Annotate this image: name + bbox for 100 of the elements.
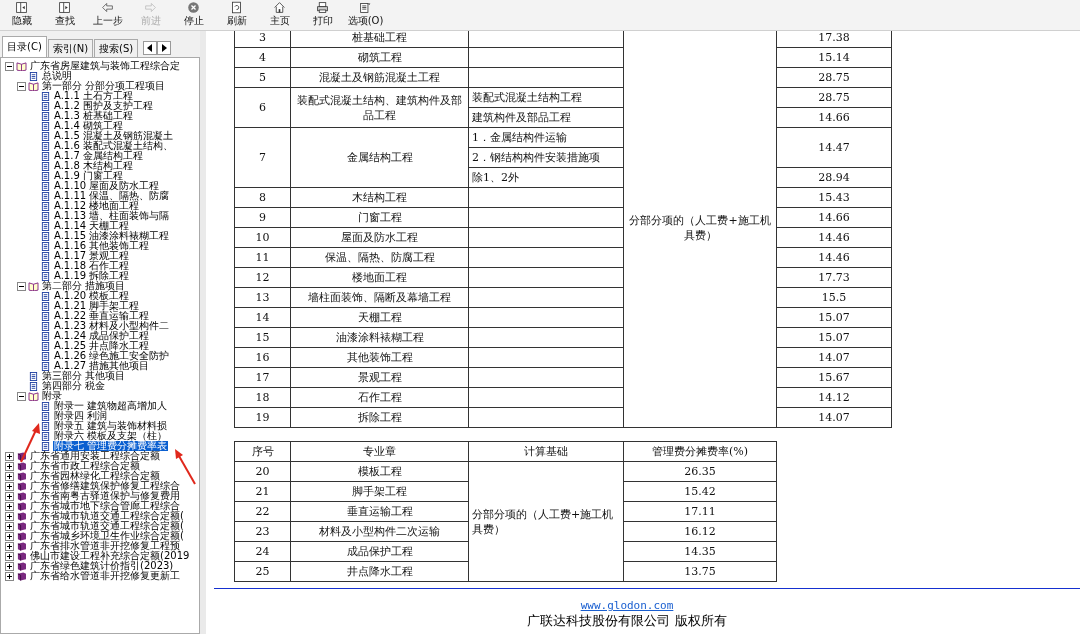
tree-item[interactable]: A.1.24 成品保护工程 bbox=[53, 331, 151, 341]
table-cell: 保温、隔热、防腐工程 bbox=[290, 247, 469, 268]
page-icon bbox=[28, 381, 39, 391]
table-cell: 15.07 bbox=[776, 327, 892, 348]
tree-item[interactable]: A.1.11 保温、隔热、防腐 bbox=[53, 191, 171, 201]
page-icon bbox=[40, 141, 51, 151]
tree-item[interactable]: A.1.3 桩基础工程 bbox=[53, 111, 134, 121]
tree-item[interactable]: 附录四 利润 bbox=[53, 411, 109, 421]
expander-icon[interactable] bbox=[5, 571, 14, 581]
tree-item[interactable]: 广东省绿色建筑计价指引(2023) bbox=[29, 561, 175, 571]
table-cell: 14.07 bbox=[776, 347, 892, 368]
tree-item[interactable]: 第二部分 措施项目 bbox=[41, 281, 127, 291]
tree-item[interactable]: 广东省排水管道非开挖修复工程预 bbox=[29, 541, 181, 551]
expander-icon[interactable] bbox=[5, 561, 14, 571]
toolbar-button[interactable]: 选项(O) bbox=[344, 0, 387, 30]
tree-item[interactable]: 广东省城市地下综合管廊工程综合 bbox=[29, 501, 181, 511]
tree-item[interactable]: A.1.21 脚手架工程 bbox=[53, 301, 141, 311]
tree-item[interactable]: A.1.19 拆除工程 bbox=[53, 271, 131, 281]
tree-item[interactable]: A.1.17 景观工程 bbox=[53, 251, 131, 261]
tree-item[interactable]: A.1.22 垂直运输工程 bbox=[53, 311, 151, 321]
website-link[interactable]: www.glodon.com bbox=[580, 599, 674, 613]
book-icon bbox=[16, 461, 27, 471]
expander-icon[interactable] bbox=[5, 491, 14, 501]
toolbar-button[interactable]: 停止 bbox=[172, 0, 215, 30]
tree-item[interactable]: A.1.25 井点降水工程 bbox=[53, 341, 151, 351]
toolbar-button[interactable]: 主页 bbox=[258, 0, 301, 30]
tree-item[interactable]: 广东省城乡环境卫生作业综合定额( bbox=[29, 531, 185, 541]
tree-item[interactable]: A.1.7 金属结构工程 bbox=[53, 151, 144, 161]
toolbar-button[interactable]: 上一步 bbox=[86, 0, 129, 30]
tree-item[interactable]: 广东省通用安装工程综合定额 bbox=[29, 451, 161, 461]
sidebar-tab[interactable]: 目录(C) bbox=[2, 36, 47, 57]
tree-item[interactable]: 总说明 bbox=[41, 71, 73, 81]
expander-icon[interactable] bbox=[5, 511, 14, 521]
tree-item[interactable]: A.1.15 油漆涂料裱糊工程 bbox=[53, 231, 171, 241]
tree-item[interactable]: 第四部分 税金 bbox=[41, 381, 107, 391]
tree-item[interactable]: 附录 bbox=[41, 391, 63, 401]
expander-icon[interactable] bbox=[5, 61, 14, 71]
column-header: 专业章 bbox=[290, 441, 469, 462]
toolbar-button[interactable]: 打印 bbox=[301, 0, 344, 30]
tree-item[interactable]: A.1.8 木结构工程 bbox=[53, 161, 134, 171]
table-cell: 15.43 bbox=[776, 187, 892, 208]
expander-icon[interactable] bbox=[5, 521, 14, 531]
tree-item[interactable]: 广东省园林绿化工程综合定额 bbox=[29, 471, 161, 481]
expander-icon[interactable] bbox=[5, 541, 14, 551]
expander-icon[interactable] bbox=[17, 281, 26, 291]
expander-icon[interactable] bbox=[17, 81, 26, 91]
expander-icon[interactable] bbox=[5, 481, 14, 491]
tree-item[interactable]: A.1.13 墙、柱面装饰与隔 bbox=[53, 211, 171, 221]
tree-item[interactable]: 广东省南粤古驿道保护与修复费用 bbox=[29, 491, 181, 501]
page-icon bbox=[40, 421, 51, 431]
tree-item[interactable]: A.1.18 石作工程 bbox=[53, 261, 131, 271]
expander-icon[interactable] bbox=[5, 531, 14, 541]
table-cell: 3 bbox=[234, 31, 291, 48]
tree-item[interactable]: A.1.12 楼地面工程 bbox=[53, 201, 141, 211]
page-icon bbox=[40, 211, 51, 221]
tree-item[interactable]: 广东省城市轨道交通工程综合定额( bbox=[29, 521, 185, 531]
expander-icon[interactable] bbox=[5, 471, 14, 481]
tree-item[interactable]: 附录六 模板及支架（柱） bbox=[53, 431, 169, 441]
sidebar-tab[interactable]: 索引(N) bbox=[47, 39, 94, 57]
tree-item[interactable]: A.1.20 模板工程 bbox=[53, 291, 131, 301]
open-book-icon bbox=[28, 391, 39, 401]
tree-item[interactable]: 广东省市政工程综合定额 bbox=[29, 461, 141, 471]
tree-item[interactable]: 第一部分 分部分项工程项目 bbox=[41, 81, 167, 91]
tree-item[interactable]: A.1.2 围护及支护工程 bbox=[53, 101, 154, 111]
tree-item[interactable]: A.1.9 门窗工程 bbox=[53, 171, 124, 181]
scroll-right-button[interactable] bbox=[157, 41, 172, 55]
tree-item[interactable]: 广东省房屋建筑与装饰工程综合定 bbox=[29, 61, 181, 71]
tree-item[interactable]: A.1.26 绿色施工安全防护 bbox=[53, 351, 171, 361]
page-icon bbox=[40, 411, 51, 421]
sidebar-tab[interactable]: 搜索(S) bbox=[94, 39, 139, 57]
tree-item[interactable]: A.1.23 材料及小型构件二 bbox=[53, 321, 171, 331]
expander-icon[interactable] bbox=[5, 501, 14, 511]
tree-item[interactable]: A.1.6 装配式混凝土结构、 bbox=[53, 141, 174, 151]
page-icon bbox=[40, 231, 51, 241]
expander-icon[interactable] bbox=[5, 551, 14, 561]
expander-icon[interactable] bbox=[5, 451, 14, 461]
tree-item[interactable]: A.1.16 其他装饰工程 bbox=[53, 241, 151, 251]
tree-item[interactable]: A.1.5 混凝土及钢筋混凝土 bbox=[53, 131, 174, 141]
tree-item[interactable]: A.1.14 天棚工程 bbox=[53, 221, 131, 231]
tree-item[interactable]: 广东省给水管道非开挖修复更新工 bbox=[29, 571, 181, 581]
table-cell: 13.75 bbox=[623, 561, 777, 582]
toolbar-button[interactable]: 刷新 bbox=[215, 0, 258, 30]
tree-item[interactable]: 附录一 建筑物超高增加人 bbox=[53, 401, 169, 411]
toolbar-button[interactable]: 查找 bbox=[43, 0, 86, 30]
tree-item[interactable]: 附录五 建筑与装饰材料损 bbox=[53, 421, 169, 431]
tree-item[interactable]: A.1.27 措施其他项目 bbox=[53, 361, 151, 371]
expander-icon[interactable] bbox=[17, 391, 26, 401]
tree-item[interactable]: 广东省城市轨道交通工程综合定额( bbox=[29, 511, 185, 521]
tree-item[interactable]: A.1.10 屋面及防水工程 bbox=[53, 181, 161, 191]
tree-item[interactable]: 第三部分 其他项目 bbox=[41, 371, 127, 381]
expander-icon[interactable] bbox=[5, 461, 14, 471]
tree-item[interactable]: 佛山市建设工程补充综合定额(2019 bbox=[29, 551, 191, 561]
tree-item[interactable]: A.1.1 土石方工程 bbox=[53, 91, 134, 101]
tree-item[interactable]: 附录七 管理费分摊费率表 bbox=[53, 441, 169, 451]
open-book-icon bbox=[28, 281, 39, 291]
page-icon bbox=[40, 361, 51, 371]
toolbar-button[interactable]: 隐藏 bbox=[0, 0, 43, 30]
tree-item[interactable]: A.1.4 砌筑工程 bbox=[53, 121, 124, 131]
tree-item[interactable]: 广东省修缮建筑保护修复工程综合 bbox=[29, 481, 181, 491]
scroll-left-button[interactable] bbox=[143, 41, 158, 55]
